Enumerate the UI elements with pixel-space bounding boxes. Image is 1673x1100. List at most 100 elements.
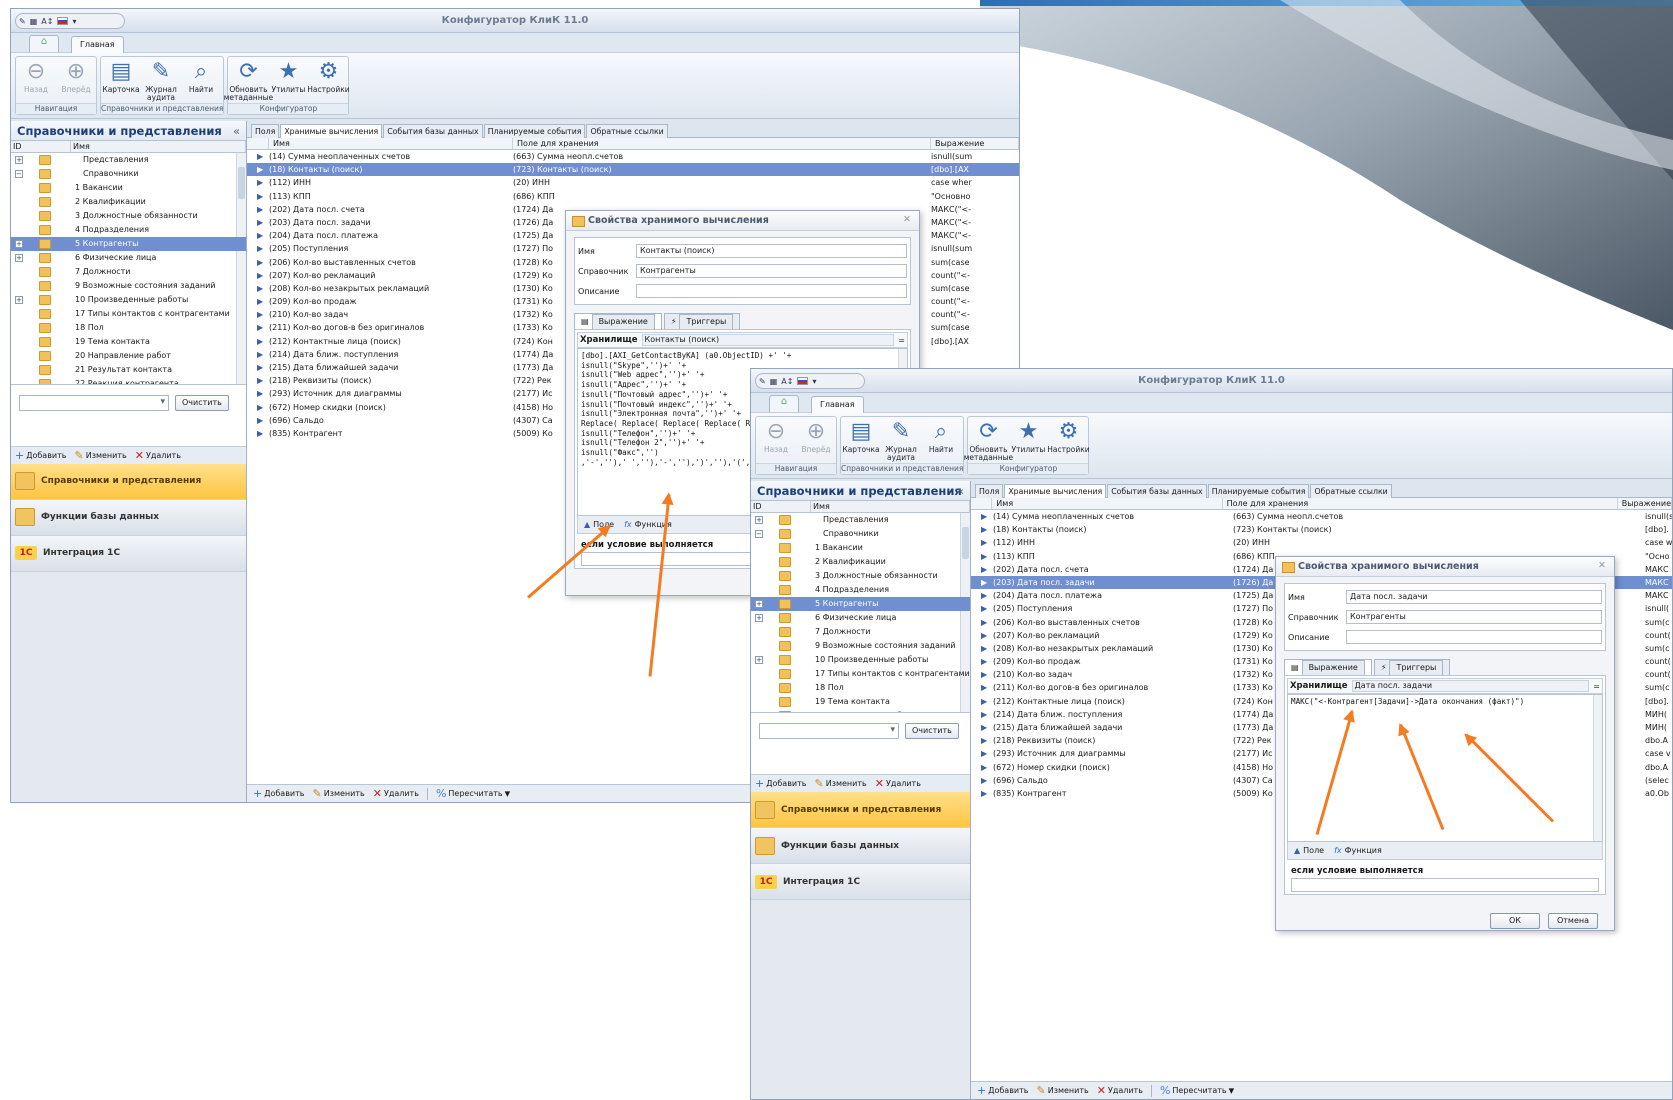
nav-1c-integration[interactable]: 1С Интеграция 1С xyxy=(11,535,246,572)
tree-item[interactable]: + Представления xyxy=(751,513,970,527)
row-expand-icon[interactable]: ▶ xyxy=(971,550,993,563)
audit-log-button[interactable]: ✎ Журнал аудита xyxy=(141,57,181,103)
table-row[interactable]: ▶ (112) ИНН (20) ИНН case wher xyxy=(247,176,1019,189)
column-name[interactable]: Имя xyxy=(992,498,1223,509)
storage-field[interactable]: Дата посл. задачи xyxy=(1351,680,1590,692)
row-expand-icon[interactable]: ▶ xyxy=(247,150,269,163)
tree-item[interactable]: +10 Произведенные работы xyxy=(751,653,970,667)
find-button[interactable]: ⌕ Найти xyxy=(181,57,221,103)
add-button[interactable]: + Добавить xyxy=(15,449,67,462)
nav-db-functions[interactable]: Функции базы данных xyxy=(11,499,246,536)
column-id[interactable]: ID xyxy=(751,501,811,512)
tree-item[interactable]: +10 Произведенные работы xyxy=(11,293,246,307)
row-expand-icon[interactable]: ▶ xyxy=(971,681,993,694)
row-expand-icon[interactable]: ▶ xyxy=(247,242,269,255)
tab-db-events[interactable]: События базы данных xyxy=(383,124,483,138)
expand-icon[interactable]: + xyxy=(755,614,763,622)
nav-db-functions[interactable]: Функции базы данных xyxy=(751,828,970,864)
tree-item[interactable]: − Справочники xyxy=(11,167,246,181)
tab-main[interactable]: Главная xyxy=(71,36,124,53)
column-expression[interactable]: Выражение xyxy=(931,138,1019,149)
description-field[interactable] xyxy=(636,284,907,298)
row-expand-icon[interactable]: ▶ xyxy=(971,668,993,681)
tree-item[interactable]: 1 Вакансии xyxy=(751,541,970,555)
table-row[interactable]: ▶ (113) КПП (686) КПП "Основно xyxy=(247,190,1019,203)
filter-combo[interactable] xyxy=(759,723,899,739)
tree-item[interactable]: +5 Контрагенты xyxy=(751,597,970,611)
collapse-icon[interactable]: − xyxy=(755,530,763,538)
filter-combo[interactable] xyxy=(19,394,169,411)
tree-item[interactable]: 9 Возможные состояния заданий xyxy=(11,279,246,293)
settings-button[interactable]: ⚙ Настройки xyxy=(1047,417,1089,463)
delete-button[interactable]: ✕ Удалить xyxy=(1097,1084,1143,1097)
column-name[interactable]: Имя xyxy=(71,141,246,152)
row-expand-icon[interactable]: ▶ xyxy=(971,774,993,787)
tree-item[interactable]: 1 Вакансии xyxy=(11,181,246,195)
tree-item[interactable]: + Представления xyxy=(11,153,246,167)
recalculate-button[interactable]: % Пересчитать ▾ xyxy=(1160,1084,1234,1097)
tree-item[interactable]: 2 Квалификации xyxy=(11,195,246,209)
equals-icon[interactable]: = xyxy=(898,336,905,345)
back-button[interactable]: ⊖ Назад xyxy=(16,57,56,103)
row-expand-icon[interactable]: ▶ xyxy=(247,308,269,321)
add-button[interactable]: + Добавить xyxy=(253,787,305,800)
collapse-icon[interactable]: « xyxy=(233,124,240,138)
tab-triggers[interactable]: ⚡ Триггеры xyxy=(1373,659,1451,675)
storage-field[interactable]: Контакты (поиск) xyxy=(641,334,895,346)
cancel-button[interactable]: Отмена xyxy=(1548,913,1598,929)
expand-icon[interactable]: + xyxy=(755,656,763,664)
edit-button[interactable]: ✎ Изменить xyxy=(815,777,867,790)
table-row[interactable]: ▶ (14) Сумма неоплаченных счетов (663) Сум… xyxy=(247,150,1019,163)
column-name[interactable]: Имя xyxy=(811,501,970,512)
tab-expression[interactable]: ▤ Выражение xyxy=(1284,659,1372,675)
tree-item[interactable]: 7 Должности xyxy=(11,265,246,279)
row-expand-icon[interactable]: ▶ xyxy=(971,510,993,523)
name-field[interactable]: Дата посл. задачи xyxy=(1346,590,1602,604)
row-expand-icon[interactable]: ▶ xyxy=(971,523,993,536)
tree-item[interactable]: 20 Направление работ xyxy=(751,709,970,712)
tab-fields[interactable]: Поля xyxy=(975,484,1004,498)
row-expand-icon[interactable]: ▶ xyxy=(247,295,269,308)
row-expand-icon[interactable]: ▶ xyxy=(971,721,993,734)
tree-item[interactable]: +5 Контрагенты xyxy=(11,237,246,251)
tab-triggers[interactable]: ⚡ Триггеры xyxy=(663,313,741,329)
delete-button[interactable]: ✕ Удалить xyxy=(135,449,181,462)
row-expand-icon[interactable]: ▶ xyxy=(971,589,993,602)
description-field[interactable] xyxy=(1346,630,1602,644)
tree-item[interactable]: 17 Типы контактов с контрагентами xyxy=(751,667,970,681)
find-button[interactable]: ⌕ Найти xyxy=(921,417,961,463)
tab-scheduled-events[interactable]: Планируемые события xyxy=(1207,484,1310,498)
expand-icon[interactable]: + xyxy=(15,240,23,248)
row-expand-icon[interactable]: ▶ xyxy=(971,536,993,549)
expand-icon[interactable]: + xyxy=(15,156,23,164)
utilities-button[interactable]: ★ Утилиты xyxy=(1008,417,1048,463)
tree-item[interactable]: 7 Должности xyxy=(751,625,970,639)
tree-item[interactable]: 18 Пол xyxy=(11,321,246,335)
editor-scrollbar[interactable] xyxy=(1593,695,1602,841)
row-expand-icon[interactable]: ▶ xyxy=(247,256,269,269)
row-expand-icon[interactable]: ▶ xyxy=(247,190,269,203)
column-storage-field[interactable]: Поле для хранения xyxy=(1223,498,1618,509)
card-button[interactable]: ▤ Карточка xyxy=(101,57,141,103)
tree-item[interactable]: 17 Типы контактов с контрагентами xyxy=(11,307,246,321)
forward-button[interactable]: ⊕ Вперёд xyxy=(56,57,96,103)
tab-function[interactable]: fx Функция xyxy=(1334,846,1382,855)
tree-item[interactable]: 20 Направление работ xyxy=(11,349,246,363)
nav-directories[interactable]: Справочники и представления xyxy=(11,463,246,500)
column-storage-field[interactable]: Поле для хранения xyxy=(513,138,931,149)
tree-item[interactable]: 19 Тема контакта xyxy=(11,335,246,349)
row-expand-icon[interactable]: ▶ xyxy=(971,629,993,642)
tree-item[interactable]: 21 Результат контакта xyxy=(11,363,246,377)
row-expand-icon[interactable]: ▶ xyxy=(971,695,993,708)
tree-item[interactable]: 18 Пол xyxy=(751,681,970,695)
row-expand-icon[interactable]: ▶ xyxy=(971,734,993,747)
tree-item[interactable]: − Справочники xyxy=(751,527,970,541)
settings-button[interactable]: ⚙ Настройки xyxy=(307,57,349,103)
table-row[interactable]: ▶ (14) Сумма неоплаченных счетов (663) Сум… xyxy=(971,510,1672,523)
column-id[interactable]: ID xyxy=(11,141,71,152)
tree-item[interactable]: 3 Должностные обязанности xyxy=(11,209,246,223)
row-expand-icon[interactable]: ▶ xyxy=(247,361,269,374)
forward-button[interactable]: ⊕ Вперёд xyxy=(796,417,836,463)
row-expand-icon[interactable]: ▶ xyxy=(971,616,993,629)
row-expand-icon[interactable]: ▶ xyxy=(247,427,269,440)
